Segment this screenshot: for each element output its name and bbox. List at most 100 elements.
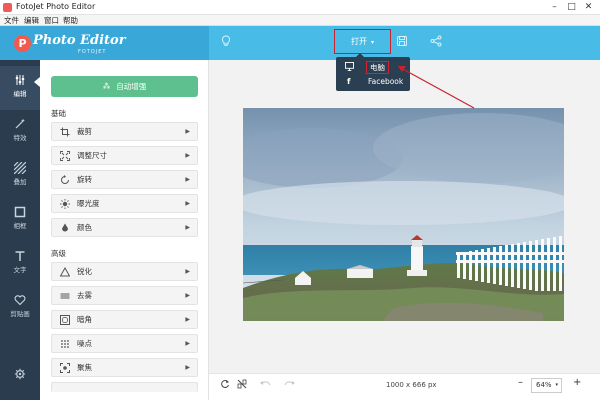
tool-vignette[interactable]: 暗角 ▶	[51, 310, 198, 329]
tool-resize[interactable]: 调整尺寸 ▶	[51, 146, 198, 165]
tool-focus[interactable]: 聚焦 ▶	[51, 358, 198, 377]
zoom-select[interactable]: 64% ▾	[531, 378, 562, 393]
chevron-right-icon: ▶	[185, 263, 190, 280]
caret-down-icon: ▾	[555, 379, 558, 392]
menu-file[interactable]: 文件	[4, 15, 19, 26]
tool-label: 去雾	[77, 287, 92, 304]
triangle-icon	[60, 267, 70, 277]
caret-down-icon: ▾	[371, 39, 374, 46]
tool-label: 噪点	[77, 335, 92, 352]
chevron-right-icon: ▶	[185, 195, 190, 212]
rail-item-effects[interactable]: 特效	[0, 110, 40, 154]
chevron-right-icon: ▶	[185, 311, 190, 328]
section-advanced-title: 高级	[51, 248, 66, 259]
rail-item-frame[interactable]: 相框	[0, 198, 40, 242]
close-button[interactable]: ✕	[581, 0, 596, 14]
rail-label: 相框	[0, 220, 40, 230]
title-bar: FotoJet Photo Editor – □ ✕	[0, 0, 600, 15]
chevron-right-icon: ▶	[185, 335, 190, 352]
dropdown-item-computer[interactable]: 电脑	[336, 59, 410, 74]
settings-gear-icon[interactable]	[14, 368, 26, 380]
save-icon[interactable]	[396, 35, 408, 47]
chevron-right-icon: ▶	[185, 147, 190, 164]
tool-color[interactable]: 颜色 ▶	[51, 218, 198, 237]
open-button[interactable]: 打开 ▾	[334, 29, 391, 54]
auto-enhance-button[interactable]: ⁂ 自动增强	[51, 76, 198, 97]
image-dimensions: 1000 x 666 px	[386, 381, 437, 389]
facebook-icon: f	[347, 74, 350, 89]
tool-noise[interactable]: 噪点 ▶	[51, 334, 198, 353]
tool-rotate[interactable]: 旋转 ▶	[51, 170, 198, 189]
focus-icon	[60, 363, 70, 373]
rail-item-clipart[interactable]: 剪贴画	[0, 286, 40, 330]
rail-item-overlay[interactable]: 叠加	[0, 154, 40, 198]
menu-bar: 文件 编辑 窗口 帮助	[0, 15, 600, 26]
logo-text: Photo Editor	[33, 33, 126, 48]
rail-label: 特效	[0, 132, 40, 142]
redo-icon[interactable]	[284, 380, 295, 388]
tool-more[interactable]	[51, 382, 198, 392]
chevron-right-icon: ▶	[185, 171, 190, 188]
exposure-icon	[60, 199, 70, 209]
tool-label: 暗角	[77, 311, 92, 328]
chevron-right-icon: ▶	[185, 219, 190, 236]
rail-label: 剪贴画	[0, 308, 40, 318]
tool-label: 旋转	[77, 171, 92, 188]
open-label: 打开	[351, 37, 367, 46]
rail-label: 编辑	[0, 88, 40, 98]
magic-icon: ⁂	[103, 82, 111, 91]
dots-icon	[60, 339, 70, 349]
tool-label: 曝光度	[77, 195, 100, 212]
rotate-icon	[60, 175, 70, 185]
frame-icon	[14, 206, 26, 218]
dropdown-label: 电脑	[366, 61, 389, 74]
logo-subtitle: FOTOJET	[78, 49, 107, 55]
tool-dehaze[interactable]: 去雾 ▶	[51, 286, 198, 305]
rail-label: 文字	[0, 264, 40, 274]
window-title: FotoJet Photo Editor	[16, 2, 95, 11]
tool-label: 聚焦	[77, 359, 92, 376]
share-icon[interactable]	[430, 35, 442, 47]
rail-label: 叠加	[0, 176, 40, 186]
tool-label: 裁剪	[77, 123, 92, 140]
chevron-right-icon: ▶	[185, 359, 190, 376]
tool-exposure[interactable]: 曝光度 ▶	[51, 194, 198, 213]
zoom-value: 64%	[536, 381, 552, 389]
tool-sharpen[interactable]: 锐化 ▶	[51, 262, 198, 281]
lightbulb-icon[interactable]	[220, 35, 232, 47]
undo-icon[interactable]	[260, 380, 271, 388]
rail-item-edit[interactable]: 编辑	[0, 66, 40, 110]
zoom-in-button[interactable]: +	[573, 377, 581, 388]
open-dropdown-menu: 电脑 f Facebook	[336, 57, 410, 91]
chevron-right-icon: ▶	[185, 123, 190, 140]
tool-crop[interactable]: 裁剪 ▶	[51, 122, 198, 141]
sliders-icon	[14, 74, 26, 86]
tool-label: 调整尺寸	[77, 147, 107, 164]
drop-icon	[60, 223, 70, 233]
menu-window[interactable]: 窗口	[44, 15, 59, 26]
magic-wand-icon	[14, 118, 26, 130]
heart-icon	[14, 294, 26, 306]
text-icon	[14, 250, 26, 262]
maximize-button[interactable]: □	[564, 0, 579, 14]
dropdown-item-facebook[interactable]: f Facebook	[336, 74, 410, 89]
logo-icon: P	[14, 35, 31, 52]
menu-help[interactable]: 帮助	[63, 15, 78, 26]
crop-icon	[60, 127, 70, 137]
zoom-out-button[interactable]: –	[518, 377, 523, 388]
rail-item-text[interactable]: 文字	[0, 242, 40, 286]
compare-icon[interactable]	[237, 379, 247, 389]
section-basic-title: 基础	[51, 108, 66, 119]
dropdown-arrow	[356, 53, 364, 57]
reset-icon[interactable]	[220, 379, 230, 389]
resize-icon	[60, 151, 70, 161]
photo-image[interactable]	[243, 108, 564, 321]
active-indicator	[34, 77, 40, 87]
menu-edit[interactable]: 编辑	[24, 15, 39, 26]
fog-icon	[60, 291, 70, 301]
app-icon	[3, 3, 12, 12]
vignette-icon	[60, 315, 70, 325]
dropdown-label: Facebook	[368, 74, 403, 89]
auto-enhance-label: 自动增强	[116, 82, 146, 91]
minimize-button[interactable]: –	[547, 0, 562, 14]
